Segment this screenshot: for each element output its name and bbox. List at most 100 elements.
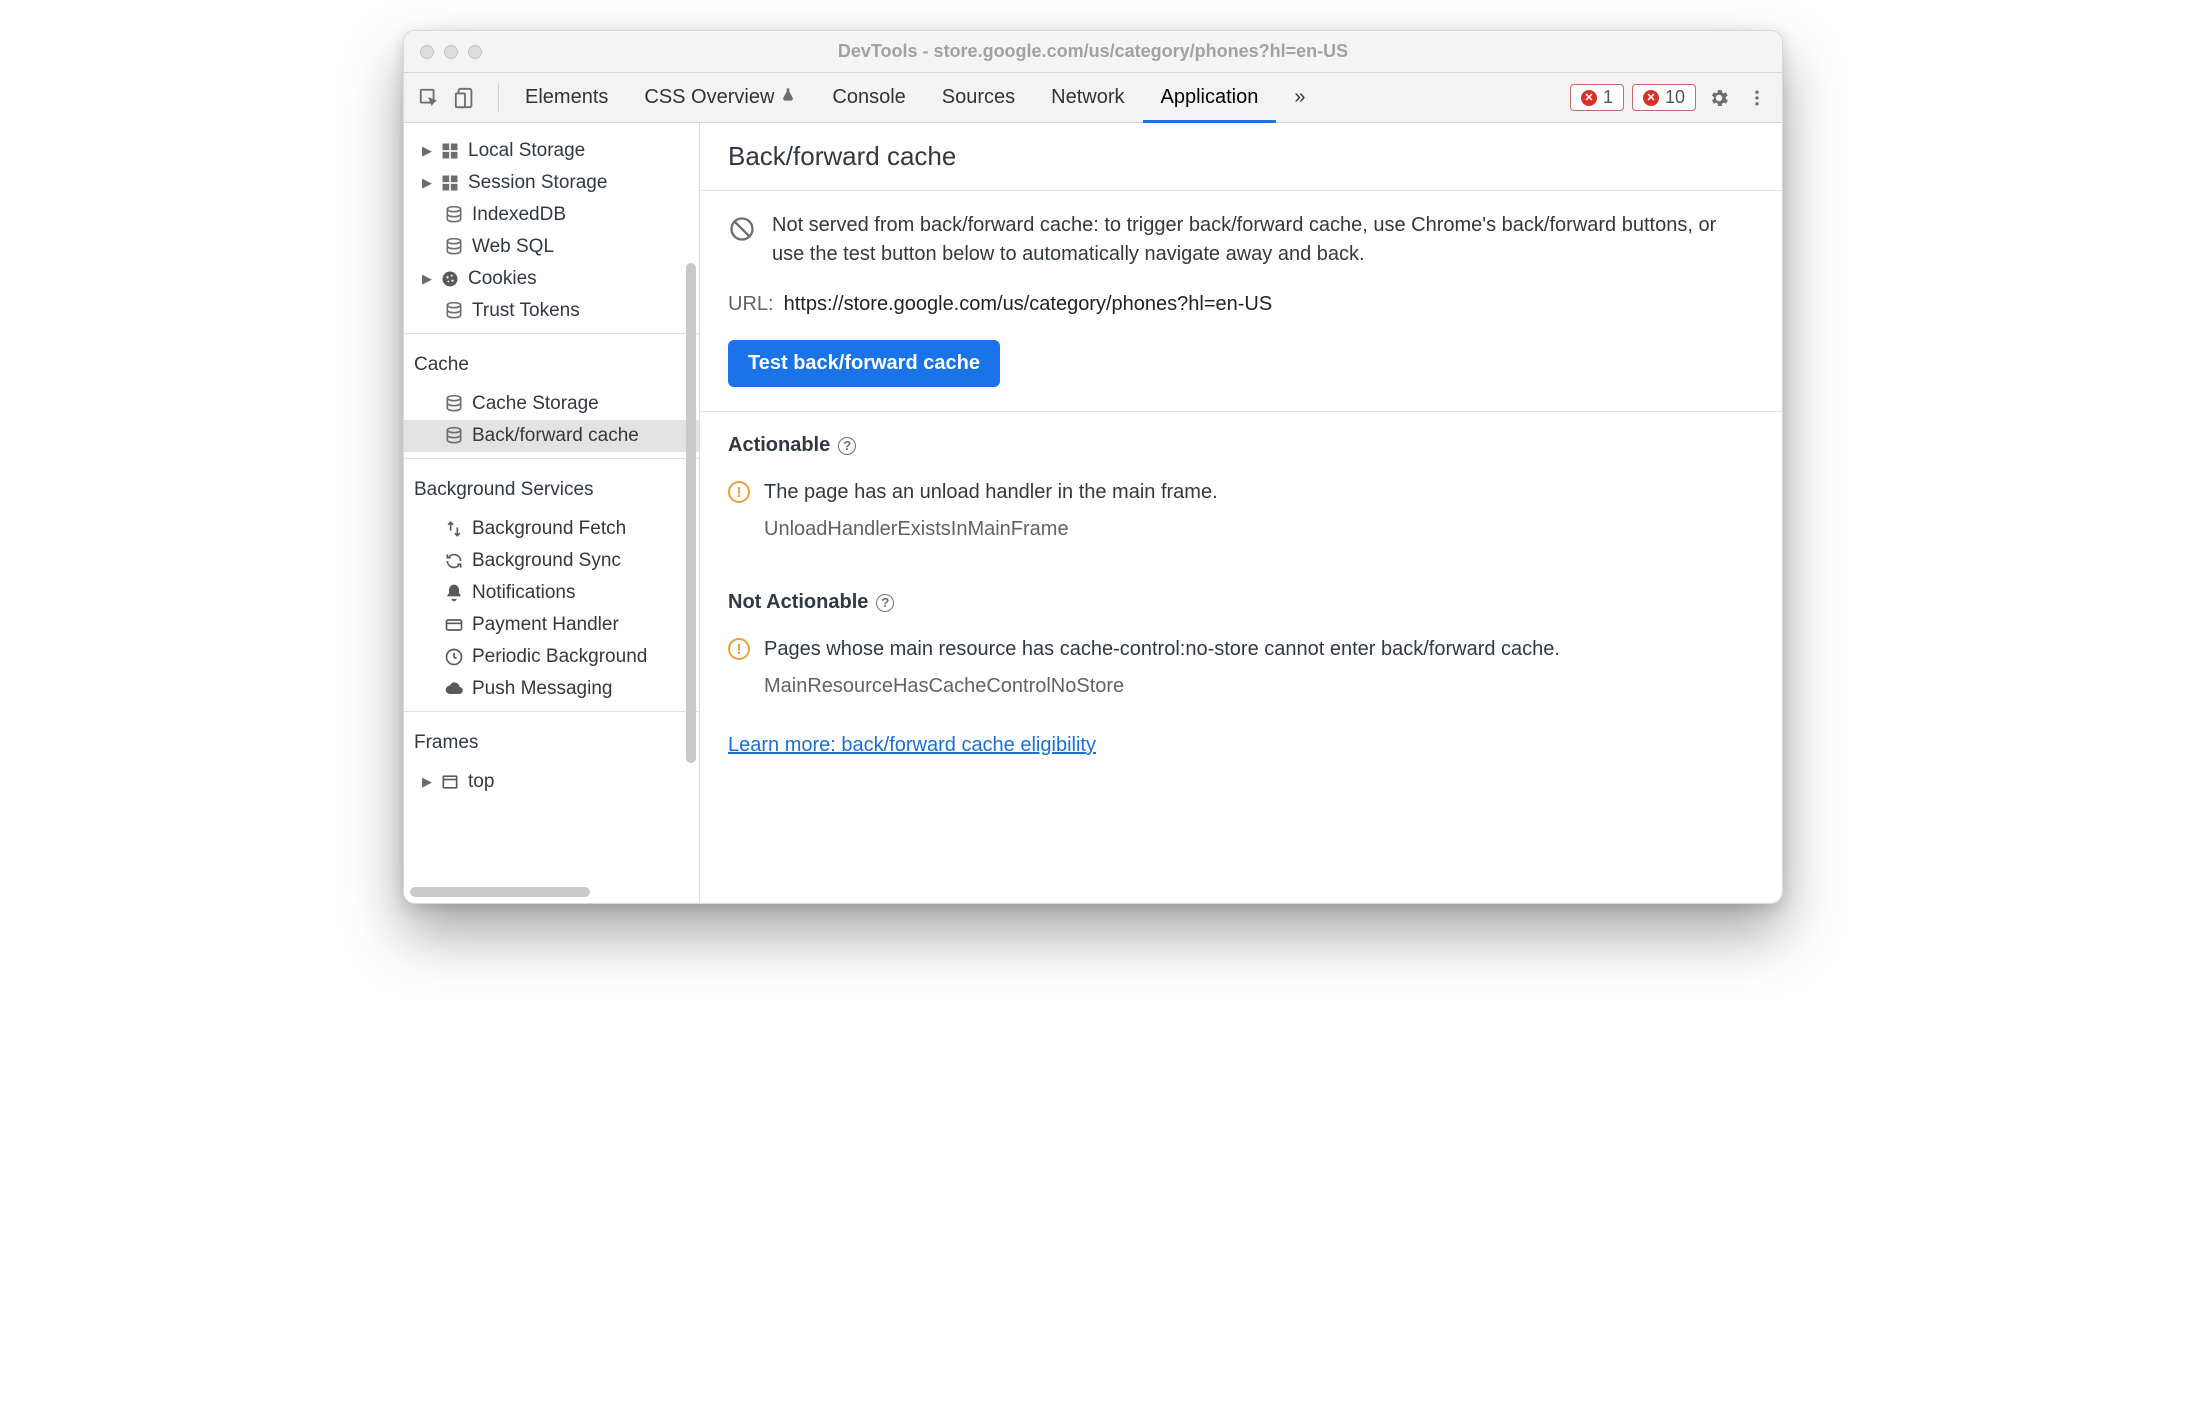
sidebar-item-label: Cache Storage <box>472 393 599 415</box>
tab-css-overview[interactable]: CSS Overview <box>626 73 814 122</box>
device-toggle-icon[interactable] <box>450 83 480 113</box>
block-icon <box>728 215 756 269</box>
sidebar-item-label: Notifications <box>472 582 576 604</box>
sidebar-item-payment-handler[interactable]: Payment Handler <box>404 609 699 641</box>
sidebar-item-push-messaging[interactable]: Push Messaging <box>404 673 699 705</box>
sidebar-item-label: Background Fetch <box>472 518 626 540</box>
sidebar-item-label: Push Messaging <box>472 678 612 700</box>
sidebar-item-label: Cookies <box>468 268 537 290</box>
sidebar-item-cache-storage[interactable]: Cache Storage <box>404 388 699 420</box>
sidebar-item-background-fetch[interactable]: Background Fetch <box>404 513 699 545</box>
sidebar-item-label: Payment Handler <box>472 614 619 636</box>
more-menu-button[interactable] <box>1742 88 1772 108</box>
sidebar-item-periodic-background[interactable]: Periodic Background <box>404 641 699 673</box>
horizontal-scrollbar[interactable] <box>410 887 590 897</box>
tab-label: Elements <box>525 86 608 109</box>
transfer-icon <box>444 519 464 539</box>
database-icon <box>444 237 464 257</box>
clock-icon <box>444 647 464 667</box>
sidebar-item-indexeddb[interactable]: IndexedDB <box>404 199 699 231</box>
main-panel: Back/forward cache Not served from back/… <box>700 123 1782 903</box>
cloud-icon <box>444 679 464 699</box>
tab-console[interactable]: Console <box>814 73 923 122</box>
traffic-minimize[interactable] <box>444 45 458 59</box>
sidebar-item-bfcache[interactable]: Back/forward cache <box>404 420 699 452</box>
database-icon <box>444 426 464 446</box>
settings-button[interactable] <box>1704 87 1734 109</box>
database-icon <box>444 394 464 414</box>
expand-arrow-icon: ▶ <box>422 774 432 790</box>
panel-title: Back/forward cache <box>700 123 1782 191</box>
sidebar-item-frame-top[interactable]: ▶ top <box>404 766 699 798</box>
expand-arrow-icon: ▶ <box>422 271 432 287</box>
sidebar-group-storage <box>404 123 699 131</box>
not-actionable-message: Pages whose main resource has cache-cont… <box>764 638 1560 661</box>
section-title-not-actionable: Not Actionable <box>728 591 868 614</box>
sidebar-item-label: Back/forward cache <box>472 425 639 447</box>
sidebar-item-background-sync[interactable]: Background Sync <box>404 545 699 577</box>
tab-label: Console <box>832 86 905 109</box>
tab-label: Sources <box>942 86 1015 109</box>
expand-arrow-icon: ▶ <box>422 175 432 191</box>
url-value: https://store.google.com/us/category/pho… <box>784 293 1273 316</box>
frame-icon <box>440 772 460 792</box>
sync-icon <box>444 551 464 571</box>
traffic-close[interactable] <box>420 45 434 59</box>
sidebar-item-label: IndexedDB <box>472 204 566 226</box>
tab-elements[interactable]: Elements <box>507 73 626 122</box>
tab-label: Application <box>1161 86 1259 109</box>
issue-count: 10 <box>1665 87 1685 108</box>
sidebar-item-notifications[interactable]: Notifications <box>404 577 699 609</box>
tab-label: Network <box>1051 86 1124 109</box>
tabs-overflow[interactable]: » <box>1276 73 1323 122</box>
warning-icon: ! <box>728 481 750 503</box>
error-count-badge[interactable]: ✕ 1 <box>1570 84 1624 111</box>
database-icon <box>444 205 464 225</box>
issue-count-badge[interactable]: ✕ 10 <box>1632 84 1696 111</box>
inspect-icon[interactable] <box>414 83 444 113</box>
error-dot-icon: ✕ <box>1643 90 1659 106</box>
info-text: Not served from back/forward cache: to t… <box>772 211 1754 269</box>
titlebar: DevTools - store.google.com/us/category/… <box>404 31 1782 73</box>
sidebar-item-label: Background Sync <box>472 550 621 572</box>
grid-icon <box>440 173 460 193</box>
sidebar-item-label: Session Storage <box>468 172 607 194</box>
sidebar-item-trust-tokens[interactable]: Trust Tokens <box>404 295 699 327</box>
application-sidebar: ▶ Local Storage ▶ Session Storage Indexe… <box>404 123 700 903</box>
error-count: 1 <box>1603 87 1613 108</box>
sidebar-item-label: Web SQL <box>472 236 554 258</box>
sidebar-item-label: Periodic Background <box>472 646 647 668</box>
tab-application[interactable]: Application <box>1143 73 1277 122</box>
traffic-zoom[interactable] <box>468 45 482 59</box>
sidebar-group-cache: Cache <box>404 340 699 384</box>
actionable-message: The page has an unload handler in the ma… <box>764 481 1218 504</box>
tab-sources[interactable]: Sources <box>924 73 1033 122</box>
window-controls <box>420 45 482 59</box>
test-bfcache-button[interactable]: Test back/forward cache <box>728 340 1000 387</box>
expand-arrow-icon: ▶ <box>422 143 432 159</box>
help-icon[interactable]: ? <box>838 437 856 455</box>
warning-icon: ! <box>728 638 750 660</box>
devtools-toolbar: Elements CSS Overview Console Sources Ne… <box>404 73 1782 123</box>
sidebar-item-local-storage[interactable]: ▶ Local Storage <box>404 135 699 167</box>
tab-label: CSS Overview <box>644 86 774 109</box>
not-actionable-code: MainResourceHasCacheControlNoStore <box>764 675 1754 698</box>
tab-network[interactable]: Network <box>1033 73 1142 122</box>
vertical-scrollbar[interactable] <box>686 263 696 763</box>
learn-more-link[interactable]: Learn more: back/forward cache eligibili… <box>728 734 1096 757</box>
sidebar-item-session-storage[interactable]: ▶ Session Storage <box>404 167 699 199</box>
sidebar-group-background-services: Background Services <box>404 465 699 509</box>
flask-icon <box>780 86 796 109</box>
sidebar-item-cookies[interactable]: ▶ Cookies <box>404 263 699 295</box>
actionable-code: UnloadHandlerExistsInMainFrame <box>764 518 1754 541</box>
grid-icon <box>440 141 460 161</box>
sidebar-item-label: top <box>468 771 494 793</box>
devtools-window: DevTools - store.google.com/us/category/… <box>403 30 1783 904</box>
card-icon <box>444 615 464 635</box>
sidebar-group-frames: Frames <box>404 718 699 762</box>
database-icon <box>444 301 464 321</box>
help-icon[interactable]: ? <box>876 594 894 612</box>
window-title: DevTools - store.google.com/us/category/… <box>838 41 1348 62</box>
cookie-icon <box>440 269 460 289</box>
sidebar-item-websql[interactable]: Web SQL <box>404 231 699 263</box>
